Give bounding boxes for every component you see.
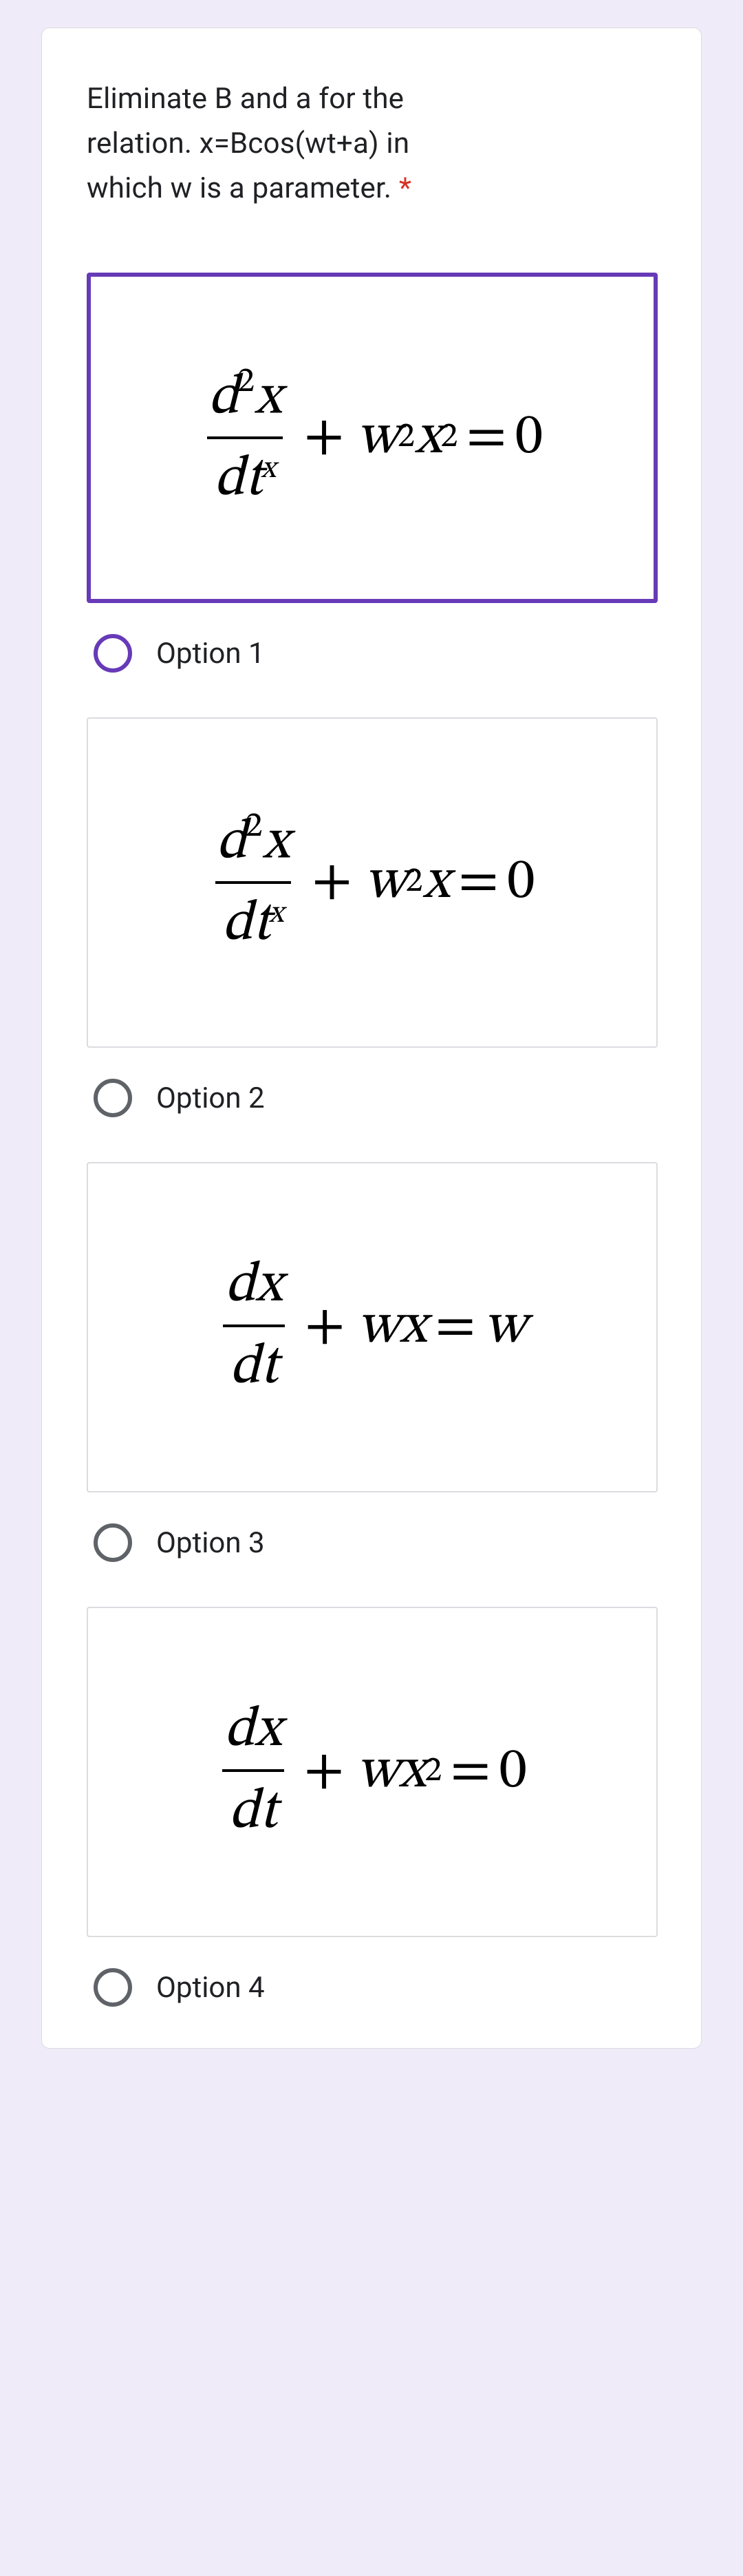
equation-card[interactable]: dx dt +wx=w xyxy=(87,1162,658,1492)
option-block: dx dt +wx2=0 Option 4 xyxy=(87,1607,656,2007)
radio-row[interactable]: Option 4 xyxy=(87,1968,656,2007)
options-container: d2x dtx +w2x2=0 Option 1 d2x dtx +w2x=0 … xyxy=(87,273,656,2007)
equation-card[interactable]: d2x dtx +w2x=0 xyxy=(87,717,658,1048)
radio-button[interactable] xyxy=(94,1523,132,1562)
option-label: Option 1 xyxy=(156,637,265,671)
radio-row[interactable]: Option 1 xyxy=(87,634,656,673)
option-label: Option 3 xyxy=(156,1526,265,1560)
radio-button[interactable] xyxy=(94,634,132,673)
radio-row[interactable]: Option 2 xyxy=(87,1079,656,1117)
equation-card[interactable]: d2x dtx +w2x2=0 xyxy=(87,273,658,603)
option-block: dx dt +wx=w Option 3 xyxy=(87,1162,656,1562)
question-card: Eliminate B and a for the relation. x=Bc… xyxy=(41,28,702,2049)
option-block: d2x dtx +w2x=0 Option 2 xyxy=(87,717,656,1117)
question-text: Eliminate B and a for the relation. x=Bc… xyxy=(87,76,656,211)
option-label: Option 4 xyxy=(156,1971,265,2005)
radio-button[interactable] xyxy=(94,1079,132,1117)
equation: d2x dtx +w2x2=0 xyxy=(202,361,543,516)
equation-card[interactable]: dx dt +wx2=0 xyxy=(87,1607,658,1937)
equation: dx dt +wx2=0 xyxy=(217,1696,527,1848)
radio-button[interactable] xyxy=(94,1968,132,2007)
page-container: Eliminate B and a for the relation. x=Bc… xyxy=(0,0,743,2076)
option-block: d2x dtx +w2x2=0 Option 1 xyxy=(87,273,656,673)
equation: dx dt +wx=w xyxy=(218,1251,526,1404)
required-indicator: * xyxy=(399,171,411,205)
question-line-2: relation. x=Bcos(wt+a) in xyxy=(87,127,409,160)
radio-row[interactable]: Option 3 xyxy=(87,1523,656,1562)
question-line-1: Eliminate B and a for the xyxy=(87,82,404,116)
equation: d2x dtx +w2x=0 xyxy=(209,805,535,961)
question-line-3: which w is a parameter. xyxy=(87,171,391,205)
option-label: Option 2 xyxy=(156,1081,265,1115)
